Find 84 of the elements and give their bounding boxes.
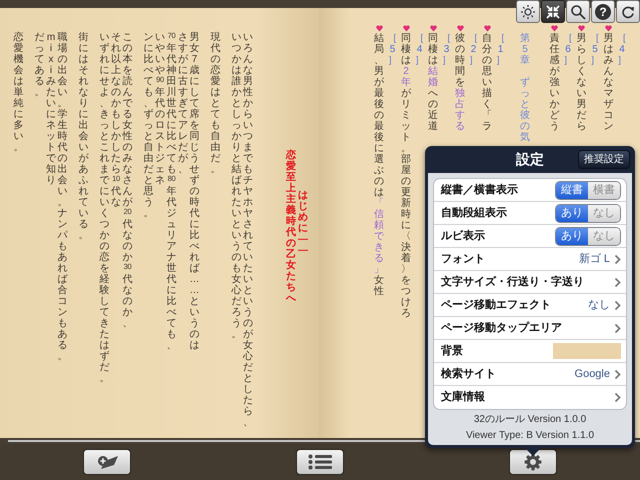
text-line: 男女7歳にして席を同じうせずの時代に比べれば……というのは [190,32,200,351]
search-button[interactable] [566,0,590,23]
list-icon [308,454,332,470]
heading-text: 恋愛至上主義時代の乙女たちへ [286,150,296,304]
help-button[interactable]: ? [591,0,615,23]
segment-option[interactable]: あり [556,228,588,244]
setting-label: ページ移動タップエリア [441,320,563,336]
entry-title: 男はみんなマザコン [604,33,614,132]
gear-icon [524,453,542,471]
fit-button[interactable] [541,0,565,23]
item-number: ［5］ [388,33,398,66]
setting-label: 文庫情報 [441,390,486,406]
entry-title: 男らしくない男だら [576,33,586,132]
entry-title: 同棲は 結婚 への近道 [428,33,438,132]
chevron-icon [614,276,621,288]
text-line: いずれにせよ、きっとこれまでにいくつかの恋を経験してきたはずだ。 [100,32,110,384]
text-line: 街にはそれなりに出会いがあふれている。 [78,32,88,241]
heart-icon [484,25,490,32]
text-line: 職場の出会い。学生時代の出会い。ナンパもあれば合コンもある。 [58,32,68,362]
item-number: ［4］ [414,33,424,66]
heart-icon [551,25,558,32]
text-line: さすがに古すぎてアレだが、 [178,32,188,175]
setting-label: ルビ表示 [441,228,486,244]
setting-label: 検索サイト [441,366,497,382]
search-icon [570,4,586,20]
settings-button[interactable] [509,449,558,475]
heart-icon [402,25,410,32]
refresh-icon [620,4,636,20]
heading-text: はじめに—— [298,190,308,256]
setting-label: 自動段組表示 [441,206,508,221]
text-line: 現代の恋愛はとても自由だ。 [210,32,220,175]
arrows-icon [545,4,561,20]
entry-title: 結局、男が最後の最後に選ぶのは 「信頼できる」 女性 [374,33,384,297]
text-line: 恋愛機会は単純に多い。 [14,32,24,153]
add-bookmark-button[interactable] [82,449,131,475]
item-number: ［3］ [442,33,452,66]
chevron-icon [614,300,621,310]
text-line: いつかは誰かとしっかりと結ばれたいというのも女心だろう。 [232,32,242,340]
chevron-icon [614,254,621,264]
heart-icon [430,25,436,32]
sun-icon [520,4,536,20]
panel-title: 設定 [516,150,544,169]
refresh-button[interactable] [616,0,640,23]
brightness-button[interactable] [516,0,540,23]
text-line: いろんな男性からいつまでもチヤホヤされていたいというのが女心だとしたら、 [243,32,253,428]
segment-option[interactable]: なし [588,228,620,244]
segment-option[interactable]: 縦書 [556,182,588,198]
entry-title: 責任感が強いかどう [550,33,560,132]
version-text: Viewer Type: B Version 1.1.0 [464,429,596,442]
text-line: ンに比べても、ずっと自由だと思う。 [144,32,154,219]
contents-button[interactable] [296,449,344,475]
heart-icon [456,25,464,32]
chevron-icon [614,392,621,403]
heart-icon [605,25,612,32]
version-text: 32のルール Version 1.0.0 [472,413,588,426]
item-number: ［1］ [496,33,506,66]
heart-icon [578,25,585,32]
text-line: だってある。 [34,32,44,98]
recommended-settings-button[interactable]: 推奨設定 [578,150,630,169]
item-number: ［4］ [617,33,627,66]
color-swatch[interactable] [553,343,621,359]
setting-value: 新ゴ L [578,252,610,267]
entry-title: 自分の思い描く「ラ [482,33,492,132]
chevron-icon [614,368,621,380]
chapter-title: ずっと彼の気 [520,77,530,143]
setting-label: ページ移動エフェクト [441,298,552,313]
setting-label: 背景 [441,344,464,359]
item-number: ［6］ [563,33,573,66]
segment-option[interactable]: なし [588,204,620,222]
setting-value: なし [588,298,610,313]
text-line: mixiみたいにネットで知り [46,32,56,186]
setting-label: 縦書／横書表示 [441,182,519,198]
heart-icon [376,25,382,32]
entry-title: 同棲は 2年 がリミット。部屋の更新時に〈決着〉をつけろ [401,33,411,319]
setting-value: Google [574,366,610,382]
item-number: ［2］ [468,33,478,66]
entry-title: 彼の時間を 独占する [455,33,465,132]
segment-option[interactable]: あり [556,204,588,222]
segment-option[interactable]: 横書 [588,182,620,198]
setting-label: 文字サイズ・行送り・字送り [441,274,585,290]
chevron-icon [614,322,621,334]
item-number: ［5］ [590,33,600,66]
setting-label: フォント [441,252,486,267]
chapter-number: 第5章 [520,33,530,66]
